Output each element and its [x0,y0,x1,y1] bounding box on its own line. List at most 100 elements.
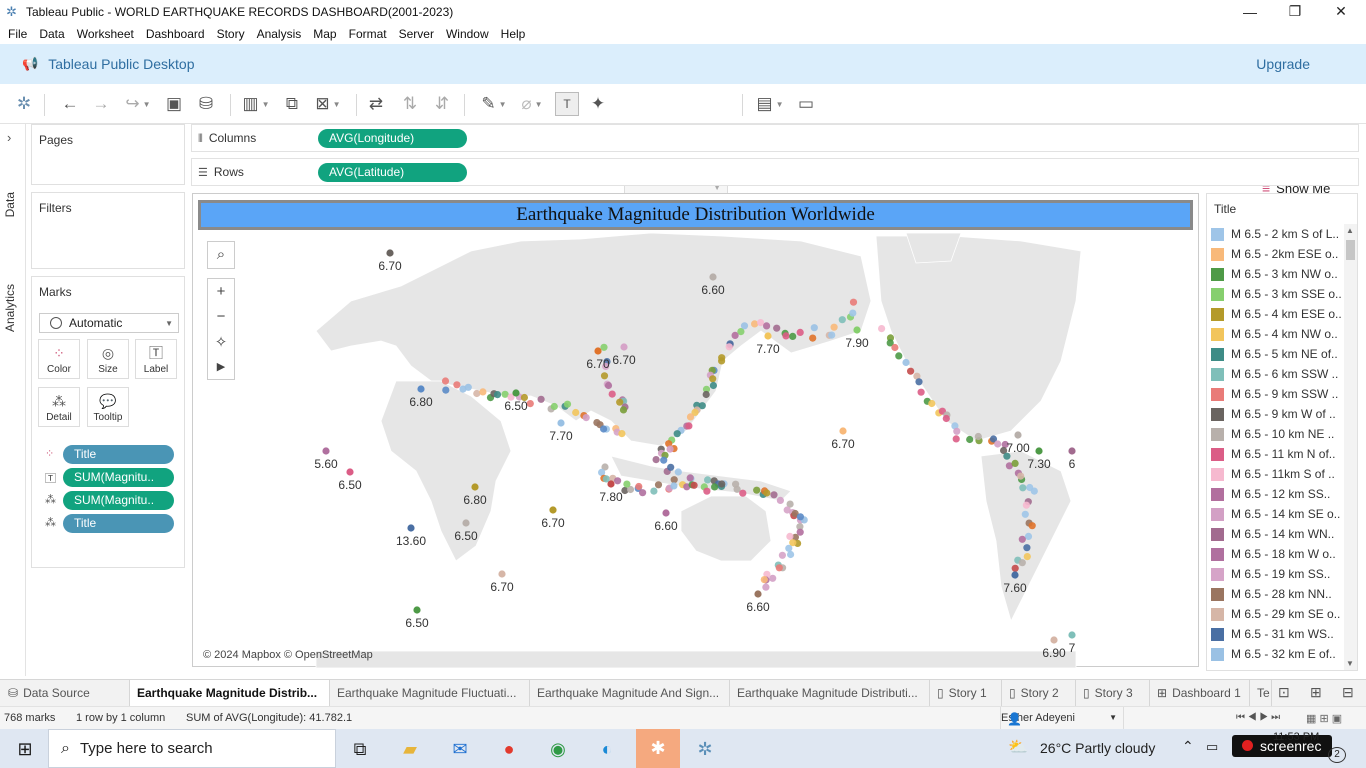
color-button[interactable]: ⁘ Color [38,339,80,379]
tab-story-1[interactable]: ▯ Story 1 [930,680,1002,707]
pin-axes-icon[interactable]: ✦ [586,92,610,116]
earthquake-point[interactable] [770,491,778,499]
earthquake-point[interactable] [1023,544,1031,552]
earthquake-point[interactable] [464,383,472,391]
legend-item[interactable]: M 6.5 - 14 km SE o.. [1211,504,1340,524]
size-button[interactable]: ◎ Size [87,339,129,379]
earthquake-point[interactable] [725,343,733,351]
earthquake-point[interactable] [952,435,960,443]
weather-text[interactable]: 26°C Partly cloudy [1040,740,1155,756]
earthquake-point[interactable] [711,483,719,491]
earthquake-point[interactable] [608,390,616,398]
earthquake-point[interactable] [686,413,695,421]
earthquake-point[interactable] [853,326,861,334]
earthquake-point[interactable] [660,456,668,464]
earthquake-point[interactable] [686,474,694,482]
earthquake-point[interactable] [604,381,613,390]
earthquake-point[interactable] [915,378,923,386]
tableau-taskbar-icon[interactable]: ✲ [686,733,724,765]
earthquake-point[interactable] [322,447,330,455]
earthquake-point[interactable] [1035,447,1043,455]
earthquake-point[interactable] [782,332,790,340]
battery-icon[interactable]: ▭ [1206,739,1218,755]
earthquake-point[interactable] [600,425,608,433]
presentation-mode-icon[interactable]: ▭ [794,92,818,116]
menu-format[interactable]: Format [343,27,393,41]
detail-button[interactable]: ⁂ Detail [38,387,80,427]
close-button[interactable]: ✕ [1318,0,1364,23]
replay-icon[interactable]: ↪ ▼ [120,92,156,116]
legend-item[interactable]: M 6.5 - 4 km ESE o.. [1211,304,1342,324]
earthquake-point[interactable] [650,487,658,495]
rows-pill[interactable]: AVG(Latitude) [318,163,467,182]
tooltip-button[interactable]: 💬 Tooltip [87,387,129,427]
earthquake-point[interactable] [1050,636,1058,644]
color-pill-title[interactable]: Title [63,445,174,464]
earthquake-point[interactable] [763,322,771,330]
earthquake-point[interactable] [902,358,910,367]
menu-help[interactable]: Help [495,27,532,41]
columns-shelf[interactable]: ⦀ Columns AVG(Longitude) [191,124,1359,152]
legend-item[interactable]: M 6.5 - 18 km W o.. [1211,544,1336,564]
earthquake-point[interactable] [600,372,609,380]
earthquake-point[interactable] [709,375,717,383]
earthquake-point[interactable] [760,576,768,584]
legend-item[interactable]: M 6.5 - 29 km SE o.. [1211,604,1340,624]
earthquake-point[interactable] [718,480,726,488]
taskbar-search[interactable]: ⌕ Type here to search [48,729,336,768]
earthquake-point[interactable] [1018,559,1026,567]
earthquake-point[interactable] [828,331,836,339]
legend-item[interactable]: M 6.5 - 3 km SSE o.. [1211,284,1342,304]
earthquake-point[interactable] [928,399,936,408]
earthquake-point[interactable] [549,506,557,514]
save-icon[interactable]: ▣ [162,92,186,116]
earthquake-point[interactable] [775,564,783,572]
earthquake-point[interactable] [785,544,793,552]
earthquake-point[interactable] [346,468,354,476]
earthquake-point[interactable] [751,320,759,328]
earthquake-point[interactable] [891,343,899,352]
undo-icon[interactable]: ← [58,92,82,116]
legend-item[interactable]: M 6.5 - 3 km NW o.. [1211,264,1338,284]
earthquake-point[interactable] [895,352,903,360]
chrome-icon[interactable]: ◉ [539,733,577,765]
earthquake-point[interactable] [718,357,726,365]
earthquake-point[interactable] [462,519,470,527]
legend-item[interactable]: M 6.5 - 5 km NE of.. [1211,344,1338,364]
earthquake-point[interactable] [1021,510,1029,518]
new-datasource-icon[interactable]: ⛁ [194,92,218,116]
mark-type-dropdown[interactable]: Automatic ▼ [39,313,179,333]
menu-dashboard[interactable]: Dashboard [140,27,211,41]
earthquake-point[interactable] [473,389,481,398]
earthquake-point[interactable] [1022,501,1030,509]
earthquake-point[interactable] [1011,571,1019,579]
file-explorer-icon[interactable]: ▰ [391,733,429,765]
earthquake-point[interactable] [413,606,421,614]
menu-server[interactable]: Server [393,27,440,41]
earthquake-point[interactable] [1017,472,1025,480]
earthquake-point[interactable] [607,480,615,488]
legend-item[interactable]: M 6.5 - 2 km S of L.. [1211,224,1339,244]
earthquake-point[interactable] [953,427,961,435]
earthquake-point[interactable] [809,334,817,342]
upgrade-link[interactable]: Upgrade [1256,56,1310,72]
earthquake-point[interactable] [878,325,886,333]
data-tab[interactable]: Data [3,192,17,217]
earthquake-point[interactable] [667,463,675,471]
earthquake-point[interactable] [907,367,915,375]
mail-icon[interactable]: ✉ [441,733,479,765]
filters-card[interactable]: Filters [31,192,185,269]
earthquake-point[interactable] [471,483,479,491]
label-button[interactable]: 🅃 Label [135,339,177,379]
legend-item[interactable]: M 6.5 - 19 km SS.. [1211,564,1330,584]
legend-item[interactable]: M 6.5 - 9 km SSW .. [1211,384,1338,404]
earthquake-point[interactable] [762,583,770,591]
windows-start-icon[interactable]: ⊞ [6,733,44,765]
label-pill-magnitude[interactable]: SUM(Magnitu.. [63,468,174,487]
notifications-icon[interactable]: 2 [1328,747,1346,763]
earthquake-point[interactable] [550,402,558,411]
menu-analysis[interactable]: Analysis [251,27,308,41]
earthquake-point[interactable] [623,480,631,488]
sheet-nav-arrows-icon[interactable]: ⏮ ◀ ▶ ⏭ [1236,712,1280,723]
earthquake-point[interactable] [763,489,771,497]
